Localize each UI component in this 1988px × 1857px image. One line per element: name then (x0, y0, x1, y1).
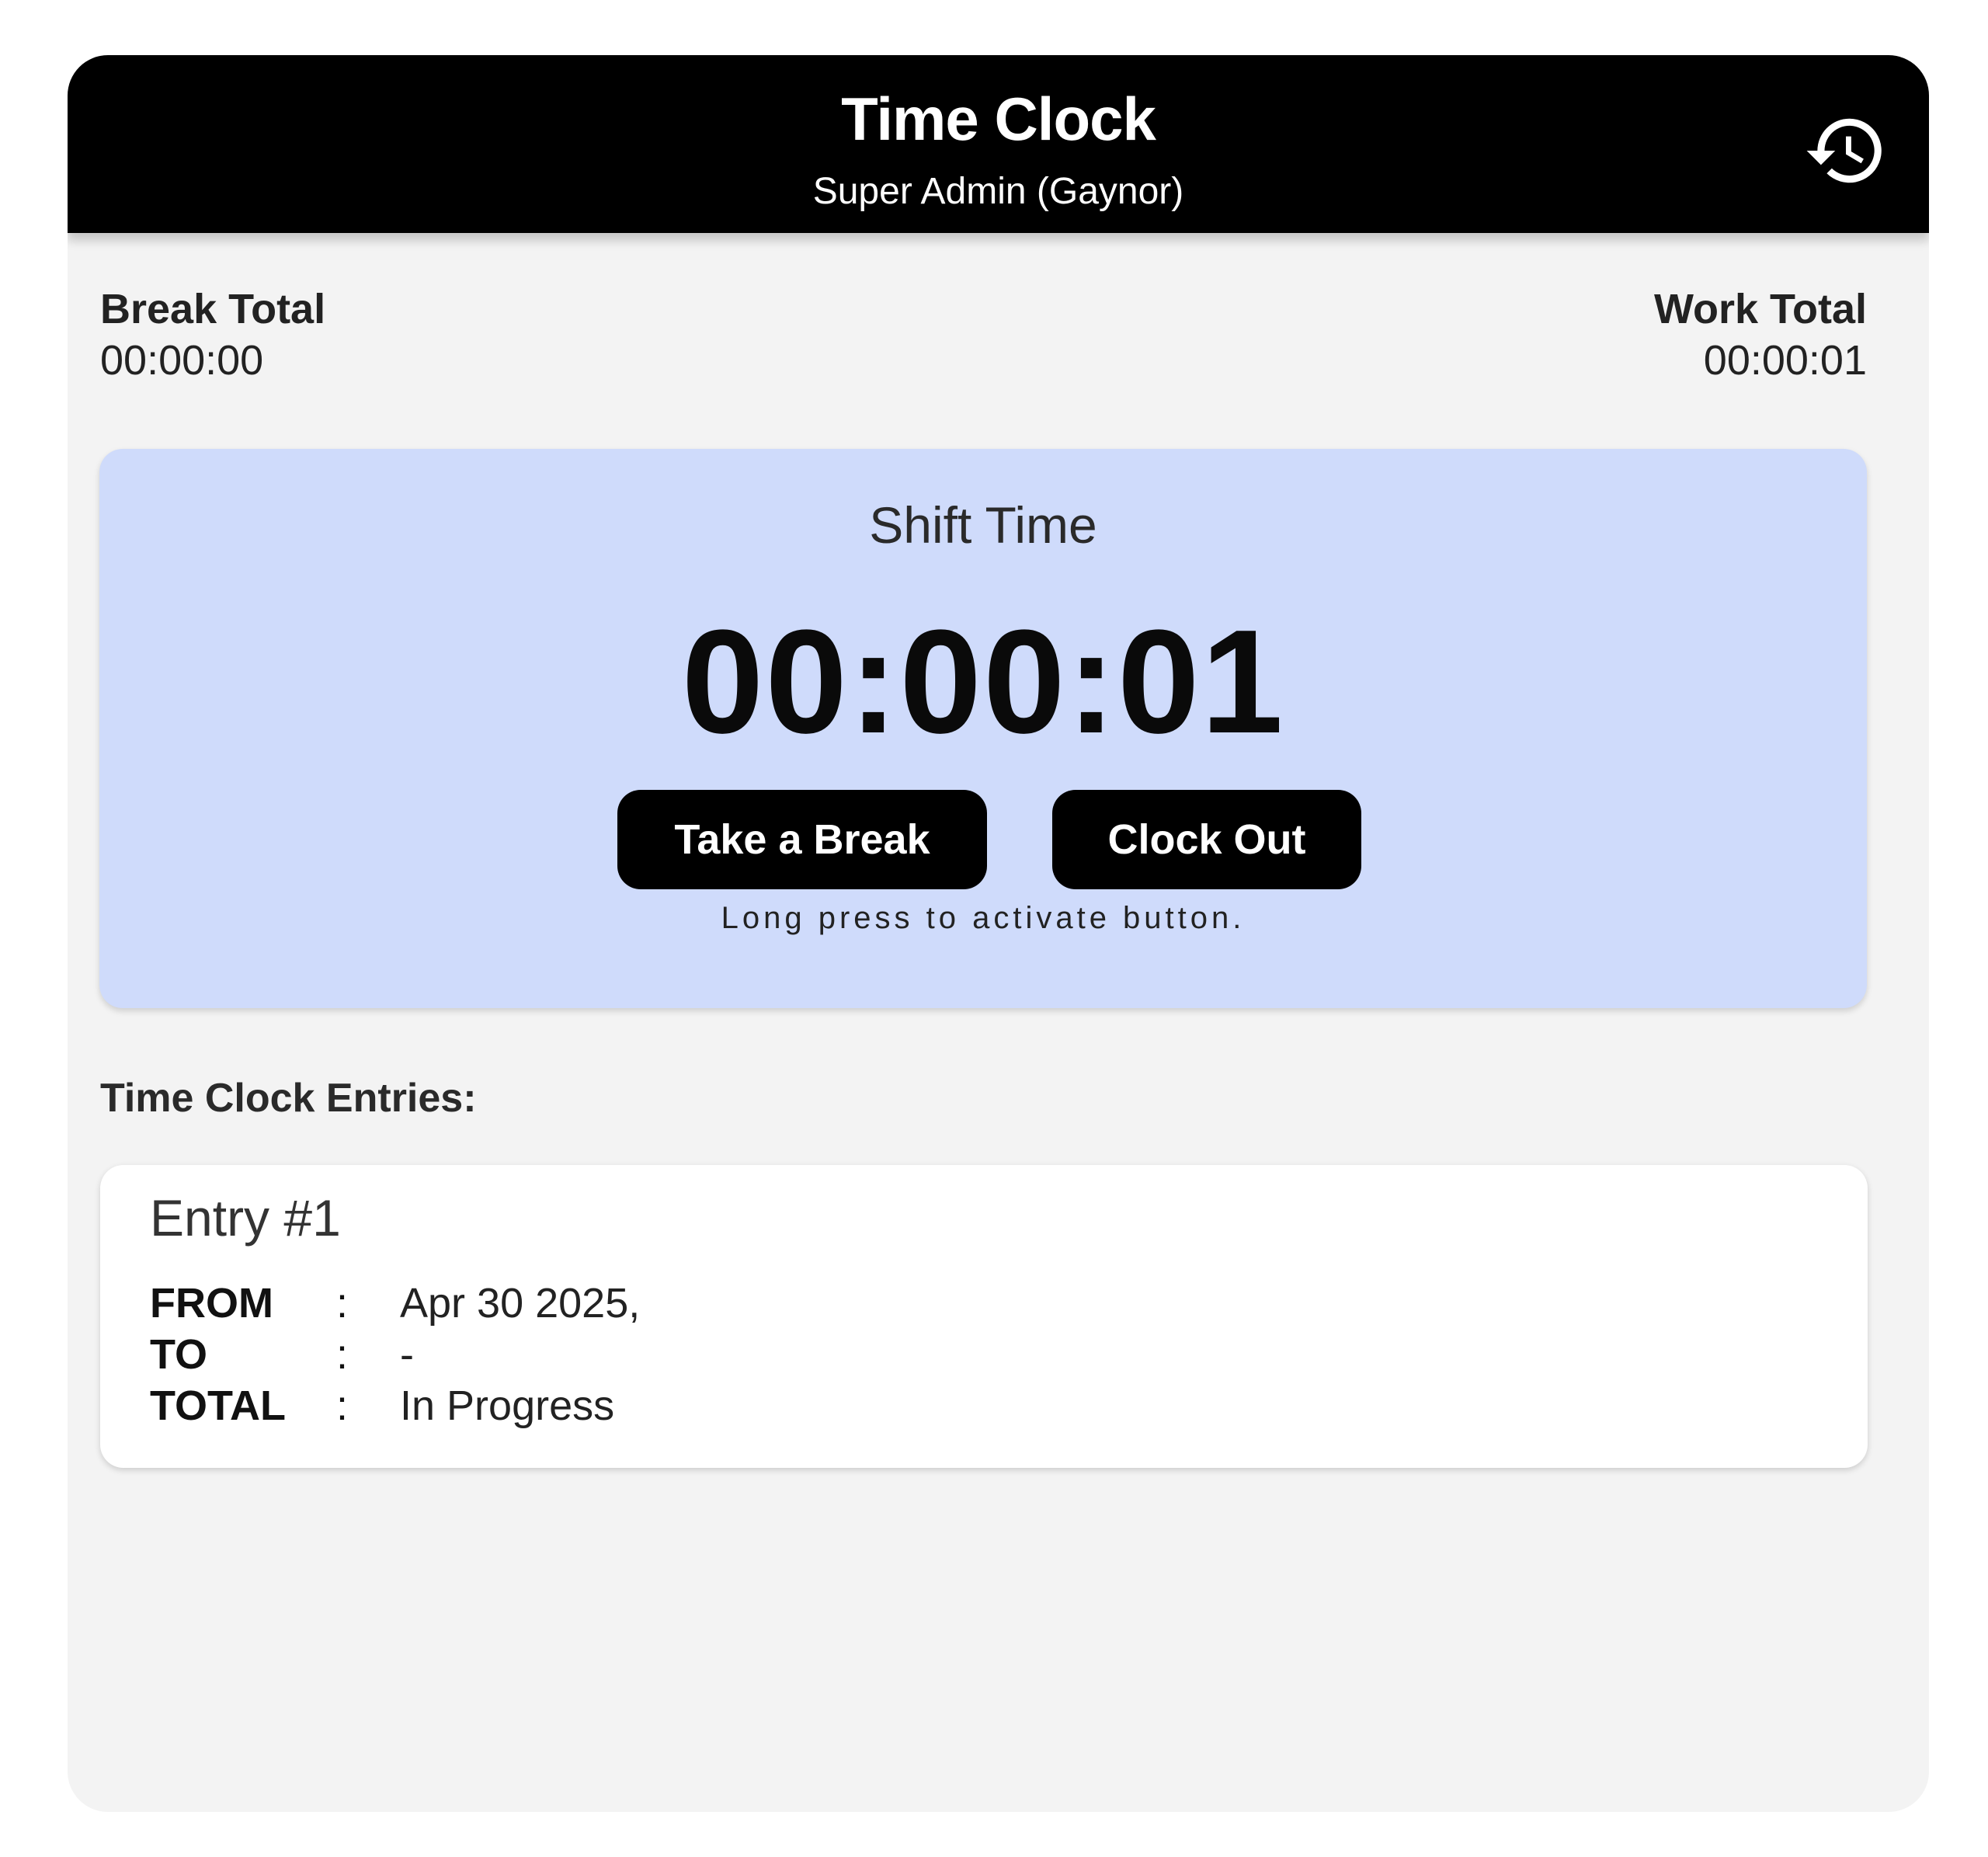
header: Time Clock Super Admin (Gaynor) (68, 55, 1929, 233)
entry-separator: : (336, 1280, 349, 1327)
shift-time-value: 00:00:01 (681, 600, 1285, 764)
entry-row-to: TO : - (150, 1329, 640, 1380)
entry-key: FROM (150, 1280, 273, 1327)
user-subtitle: Super Admin (Gaynor) (812, 171, 1184, 212)
shift-time-label: Shift Time (869, 496, 1097, 554)
entry-separator: : (336, 1382, 349, 1429)
break-total-label: Break Total (100, 286, 326, 332)
history-icon[interactable] (1803, 108, 1889, 193)
entry-value: Apr 30 2025, (400, 1280, 641, 1327)
entry-title: Entry #1 (150, 1189, 341, 1247)
entry-key: TO (150, 1331, 208, 1378)
page-title: Time Clock (841, 85, 1156, 153)
entry-separator: : (336, 1331, 349, 1378)
entry-value: In Progress (400, 1382, 615, 1429)
work-total-value: 00:00:01 (1703, 337, 1867, 384)
entry-row-from: FROM : Apr 30 2025, (150, 1278, 640, 1329)
entry-card: Entry #1 FROM : Apr 30 2025, TO : - TOTA… (100, 1165, 1868, 1468)
break-total-value: 00:00:00 (100, 337, 264, 384)
clock-out-button[interactable]: Clock Out (1052, 790, 1361, 889)
time-clock-panel: Time Clock Super Admin (Gaynor) Break To… (68, 55, 1929, 1812)
long-press-hint: Long press to activate button. (721, 901, 1246, 935)
history-icon-graphic (1806, 118, 1882, 183)
shift-card: Shift Time 00:00:01 Take a Break Clock O… (99, 449, 1867, 1008)
entry-row-total: TOTAL : In Progress (150, 1380, 640, 1431)
entry-details: FROM : Apr 30 2025, TO : - TOTAL : In Pr… (150, 1278, 640, 1431)
entry-value: - (400, 1331, 414, 1378)
entries-heading: Time Clock Entries: (100, 1076, 477, 1121)
take-break-button[interactable]: Take a Break (617, 790, 987, 889)
work-total-label: Work Total (1653, 286, 1867, 332)
entry-key: TOTAL (150, 1382, 286, 1429)
shift-actions: Take a Break Clock Out (99, 790, 1867, 889)
